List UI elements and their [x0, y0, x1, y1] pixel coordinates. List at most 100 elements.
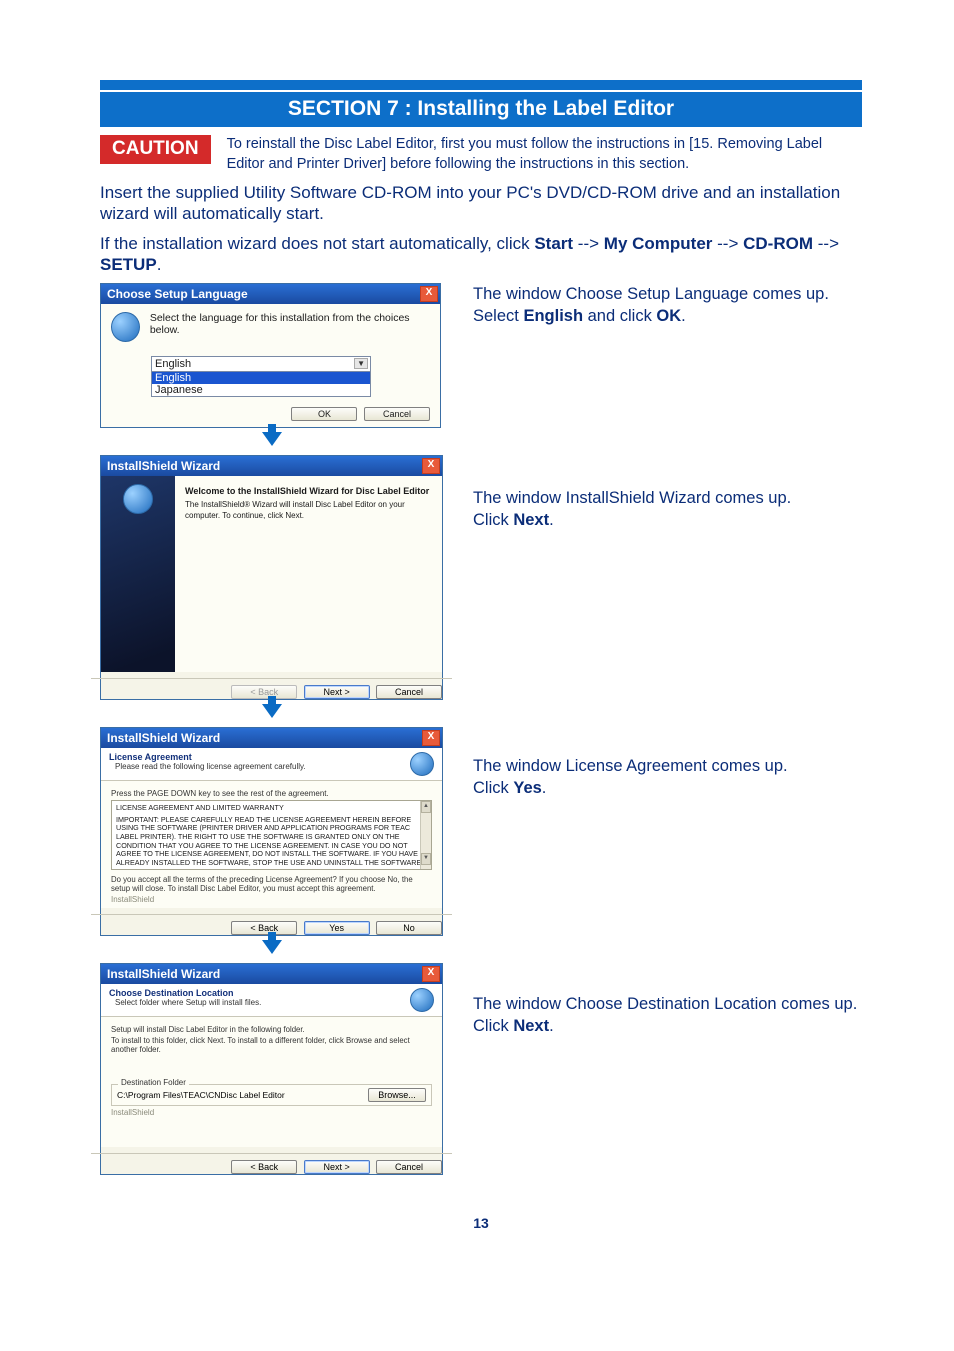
arrow-down-icon: [262, 704, 282, 718]
arrow-down-icon: [262, 940, 282, 954]
p2-ar1: -->: [578, 234, 604, 253]
choose-language-dialog: Choose Setup Language X Select the langu…: [100, 283, 441, 428]
step4-l2-period: .: [549, 1017, 554, 1035]
license-pagedown-hint: Press the PAGE DOWN key to see the rest …: [111, 789, 432, 798]
installshield-branding: InstallShield: [111, 1108, 432, 1117]
browse-button[interactable]: Browse...: [368, 1088, 426, 1102]
language-option-english[interactable]: English: [152, 372, 370, 384]
dialog-title: InstallShield Wizard: [107, 459, 220, 473]
language-prompt: Select the language for this installatio…: [150, 312, 430, 342]
dialog-titlebar: InstallShield Wizard X: [101, 456, 442, 476]
dialog-titlebar: Choose Setup Language X: [101, 284, 440, 304]
step4-l2-b: Next: [513, 1017, 549, 1035]
step3-text-line2: Click Yes.: [473, 777, 862, 799]
ok-button[interactable]: OK: [291, 407, 357, 421]
installshield-branding: InstallShield: [111, 895, 432, 904]
step2-text-line1: The window InstallShield Wizard comes up…: [473, 487, 862, 509]
step1-l2-period: .: [681, 307, 686, 325]
caution-text: To reinstall the Disc Label Editor, firs…: [227, 135, 862, 174]
section-heading: SECTION 7 : Installing the Label Editor: [100, 92, 862, 127]
arrow-down-icon: [262, 432, 282, 446]
destination-header-subtitle: Select folder where Setup will install f…: [115, 998, 261, 1007]
step1-l2-pre: Select: [473, 307, 523, 325]
step2-l2-b: Next: [513, 511, 549, 529]
top-accent-strip: [100, 80, 862, 90]
license-header-subtitle: Please read the following license agreem…: [115, 762, 306, 771]
language-option-japanese[interactable]: Japanese: [152, 384, 370, 396]
destination-folder-group: Destination Folder C:\Program Files\TEAC…: [111, 1084, 432, 1106]
destination-instruction-1: Setup will install Disc Label Editor in …: [111, 1025, 432, 1034]
p2-pre: If the installation wizard does not star…: [100, 234, 534, 253]
language-dropdown-list: English Japanese: [151, 372, 371, 397]
language-combobox[interactable]: English: [151, 356, 371, 372]
step1-l2-b1: English: [523, 307, 583, 325]
step3-text-line1: The window License Agreement comes up.: [473, 755, 862, 777]
wizard-welcome-title: Welcome to the InstallShield Wizard for …: [185, 486, 432, 496]
step4-text-line1: The window Choose Destination Location c…: [473, 993, 862, 1015]
dialog-titlebar: InstallShield Wizard X: [101, 728, 442, 748]
globe-icon: [111, 312, 140, 342]
p2-ar2: -->: [717, 234, 743, 253]
step2-l2-pre: Click: [473, 511, 513, 529]
step2-l2-period: .: [549, 511, 554, 529]
license-question-text: Do you accept all the terms of the prece…: [111, 875, 432, 893]
destination-path: C:\Program Files\TEAC\CNDisc Label Edito…: [117, 1090, 285, 1100]
yes-button[interactable]: Yes: [304, 921, 370, 935]
close-icon[interactable]: X: [422, 458, 440, 474]
scroll-up-icon[interactable]: ▲: [421, 801, 431, 813]
choose-destination-dialog: InstallShield Wizard X Choose Destinatio…: [100, 963, 443, 1175]
step3-l2-pre: Click: [473, 779, 513, 797]
step1-l2-mid: and click: [583, 307, 656, 325]
step4-l2-pre: Click: [473, 1017, 513, 1035]
destination-header-title: Choose Destination Location: [109, 988, 261, 998]
p2-ar3: -->: [818, 234, 839, 253]
page-number: 13: [100, 1215, 862, 1231]
license-agreement-dialog: InstallShield Wizard X License Agreement…: [100, 727, 443, 936]
step3-l2-period: .: [542, 779, 547, 797]
step1-text-line1: The window Choose Setup Language comes u…: [473, 283, 862, 305]
p2-mycomputer: My Computer: [604, 234, 713, 253]
p2-start: Start: [534, 234, 573, 253]
dialog-titlebar: InstallShield Wizard X: [101, 964, 442, 984]
scroll-down-icon[interactable]: ▼: [421, 853, 431, 865]
close-icon[interactable]: X: [422, 966, 440, 982]
installshield-welcome-dialog: InstallShield Wizard X Welcome to the In…: [100, 455, 443, 700]
wizard-sidebar-graphic: [101, 476, 175, 672]
license-header-title: License Agreement: [109, 752, 306, 762]
close-icon[interactable]: X: [420, 286, 438, 302]
back-button[interactable]: < Back: [231, 1160, 297, 1174]
scrollbar[interactable]: ▲ ▼: [420, 801, 431, 869]
next-button[interactable]: Next >: [304, 1160, 370, 1174]
globe-icon: [123, 484, 153, 514]
p2-period: .: [157, 255, 162, 274]
dialog-title: InstallShield Wizard: [107, 967, 220, 981]
cancel-button[interactable]: Cancel: [376, 1160, 442, 1174]
wizard-welcome-text: The InstallShield® Wizard will install D…: [185, 500, 432, 521]
globe-icon: [410, 988, 434, 1012]
destination-instruction-2: To install to this folder, click Next. T…: [111, 1036, 432, 1054]
globe-icon: [410, 752, 434, 776]
back-button: < Back: [231, 685, 297, 699]
cancel-button[interactable]: Cancel: [364, 407, 430, 421]
cancel-button[interactable]: Cancel: [376, 685, 442, 699]
step4-text-line2: Click Next.: [473, 1015, 862, 1037]
intro-paragraph-1: Insert the supplied Utility Software CD-…: [100, 182, 862, 225]
p2-setup: SETUP: [100, 255, 157, 274]
license-heading-text: LICENSE AGREEMENT AND LIMITED WARRANTY: [116, 804, 427, 813]
next-button[interactable]: Next >: [304, 685, 370, 699]
step3-l2-b: Yes: [513, 779, 541, 797]
intro-paragraph-2: If the installation wizard does not star…: [100, 233, 862, 276]
dialog-title: InstallShield Wizard: [107, 731, 220, 745]
no-button[interactable]: No: [376, 921, 442, 935]
caution-label: CAUTION: [100, 135, 211, 164]
step1-l2-b2: OK: [656, 307, 681, 325]
back-button[interactable]: < Back: [231, 921, 297, 935]
step1-text-line2: Select English and click OK.: [473, 305, 862, 327]
step2-text-line2: Click Next.: [473, 509, 862, 531]
license-body-text: IMPORTANT: PLEASE CAREFULLY READ THE LIC…: [116, 816, 427, 870]
destination-folder-legend: Destination Folder: [118, 1078, 189, 1087]
dialog-title: Choose Setup Language: [107, 287, 248, 301]
p2-cdrom: CD-ROM: [743, 234, 813, 253]
close-icon[interactable]: X: [422, 730, 440, 746]
license-textarea[interactable]: LICENSE AGREEMENT AND LIMITED WARRANTY I…: [111, 800, 432, 870]
